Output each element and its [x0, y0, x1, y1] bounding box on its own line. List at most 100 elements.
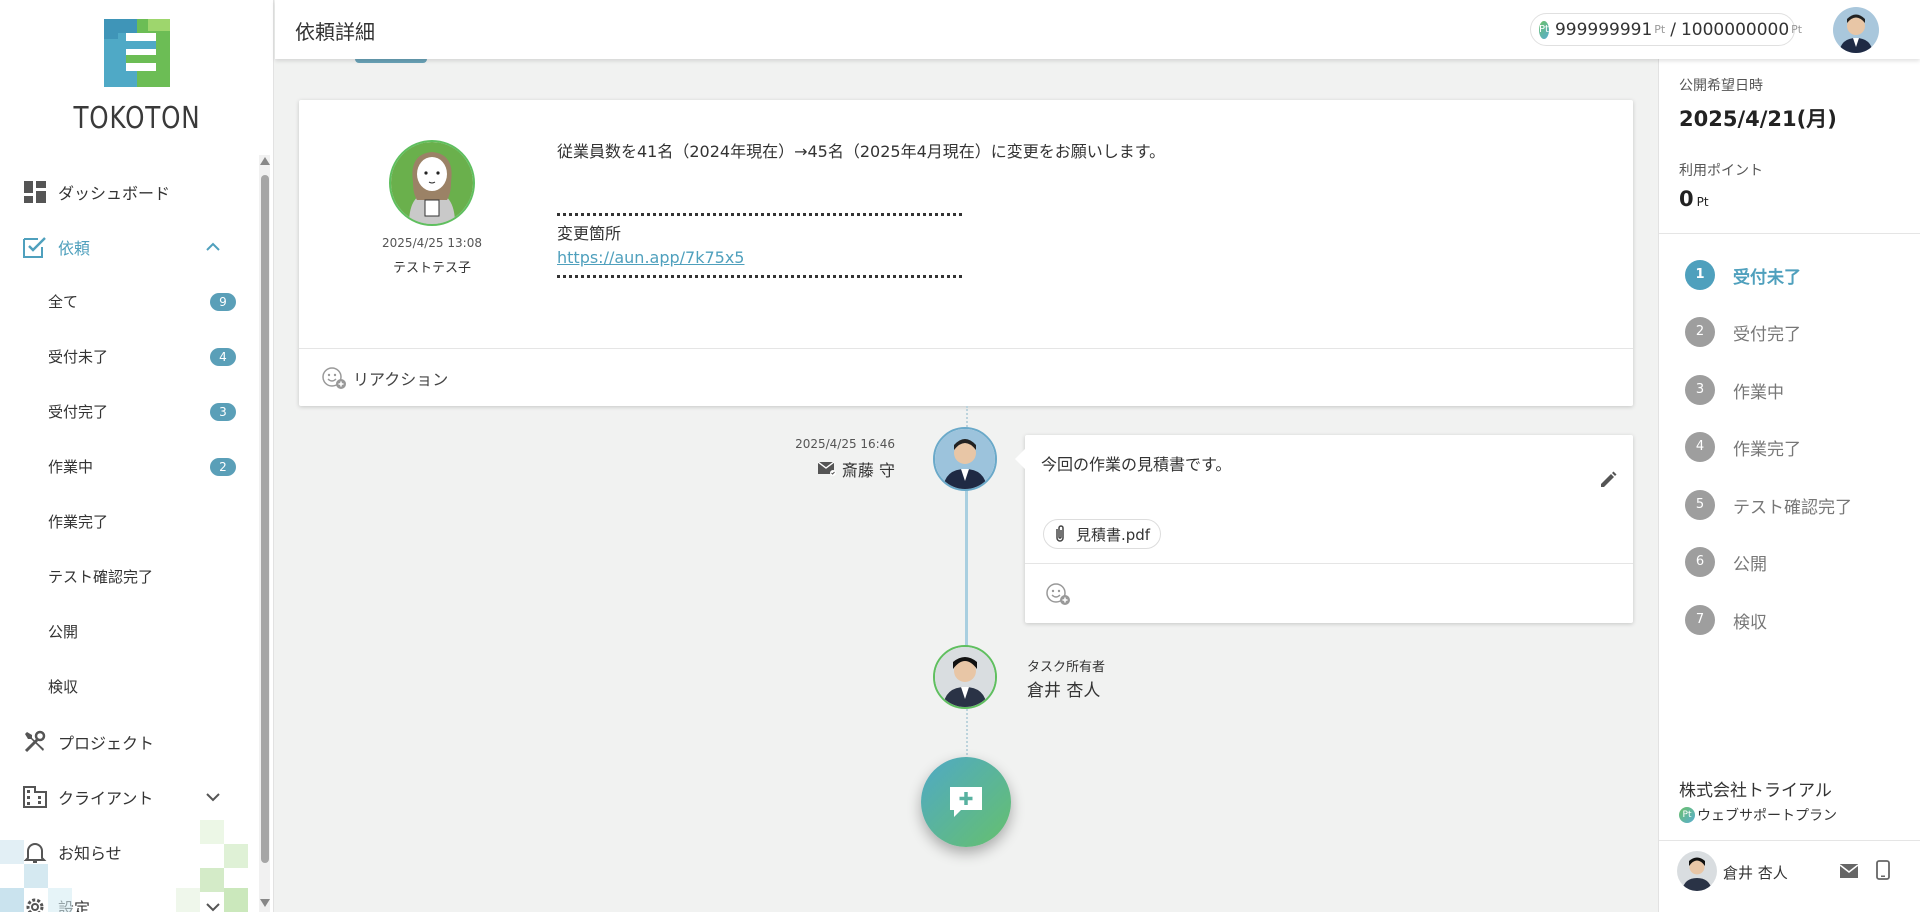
sidebar-item-label: クライアント — [58, 788, 154, 808]
points-total: 1000000000 — [1680, 19, 1790, 40]
scroll-down-icon[interactable] — [260, 899, 270, 907]
main-content: 2025/4/25 13:08 テストテス子 従業員数を41名（2024年現在）… — [275, 59, 1658, 912]
sidebar-subitem-work-done[interactable]: 作業完了 — [0, 494, 256, 549]
step-number: 2 — [1685, 317, 1715, 347]
top-header: 依頼詳細 Pt 999999991 Pt / 1000000000 Pt — [275, 0, 1920, 59]
step-label: 受付完了 — [1733, 324, 1801, 345]
used-points-value: 0 Pt — [1679, 187, 1709, 211]
status-panel: 公開希望日時 2025/4/21(月) 利用ポイント 0 Pt 1 受付未了 2 … — [1658, 59, 1920, 912]
change-link[interactable]: https://aun.app/7k75x5 — [557, 248, 744, 267]
sidebar-item-client[interactable]: クライアント — [0, 769, 256, 824]
step-label: 受付未了 — [1733, 267, 1801, 288]
attachment-name: 見積書.pdf — [1076, 525, 1151, 544]
step-1[interactable]: 1 受付未了 — [1685, 259, 1801, 291]
sidebar-item-request[interactable]: 依頼 — [0, 219, 256, 274]
sidebar-subitem-published[interactable]: 公開 — [0, 604, 256, 659]
message-author-name: 斎藤 守 — [841, 461, 895, 480]
step-7[interactable]: 7 検収 — [1685, 604, 1767, 636]
sidebar-subitem-label: テスト確認完了 — [48, 568, 154, 586]
change-label: 変更箇所 — [557, 224, 622, 243]
step-5[interactable]: 5 テスト確認完了 — [1685, 489, 1852, 521]
message-author: 斎藤 守 — [665, 457, 895, 481]
count-badge: 4 — [210, 348, 236, 366]
sidebar-nav: ダッシュボード 依頼 全て 9 受付未了 4 受付完了 3 作業中 2 作業完了 — [0, 164, 256, 912]
logo-mark-icon — [104, 19, 170, 87]
attachment-chip[interactable]: 見積書.pdf — [1043, 519, 1162, 549]
step-6[interactable]: 6 公開 — [1685, 546, 1767, 578]
sidebar-subitem-label: 検収 — [48, 678, 79, 696]
sidebar-subitem-inspection[interactable]: 検収 — [0, 659, 256, 714]
scroll-thumb[interactable] — [261, 175, 269, 863]
sidebar-scrollbar[interactable] — [259, 155, 270, 912]
divider — [1659, 233, 1920, 234]
step-number: 4 — [1685, 432, 1715, 462]
publish-date-value: 2025/4/21(月) — [1679, 107, 1837, 131]
owner-name: 倉井 杏人 — [1027, 681, 1101, 701]
sidebar-subitem-accepted[interactable]: 受付完了 3 — [0, 384, 256, 439]
sidebar-item-label: プロジェクト — [58, 733, 155, 753]
message-avatar — [933, 427, 997, 491]
step-4[interactable]: 4 作業完了 — [1685, 431, 1801, 463]
points-display: Pt 999999991 Pt / 1000000000 Pt — [1530, 13, 1802, 46]
request-card: 2025/4/25 13:08 テストテス子 従業員数を41名（2024年現在）… — [299, 100, 1633, 406]
sidebar-subitem-label: 受付完了 — [48, 403, 109, 421]
chevron-down-icon[interactable] — [204, 788, 222, 806]
phone-icon[interactable] — [1876, 860, 1890, 880]
building-icon — [22, 784, 48, 810]
message-reaction-bar — [1025, 563, 1633, 623]
sidebar-item-notice[interactable]: お知らせ — [0, 824, 256, 879]
sidebar-item-label: 設定 — [58, 898, 91, 912]
sidebar: TOKOTON ダッシュボード 依頼 全て 9 受付未了 4 受付完了 3 作業… — [0, 0, 274, 912]
step-label: テスト確認完了 — [1733, 497, 1852, 518]
points-separator: / — [1670, 19, 1676, 40]
user-avatar[interactable] — [1833, 7, 1879, 53]
tab-indicator — [355, 59, 427, 63]
message-text: 今回の作業の見積書です。 — [1041, 455, 1232, 474]
tools-icon — [22, 729, 48, 755]
owner-label: タスク所有者 — [1027, 660, 1106, 675]
sidebar-item-project[interactable]: プロジェクト — [0, 714, 256, 769]
scroll-up-icon[interactable] — [260, 157, 270, 165]
logo[interactable]: TOKOTON — [0, 0, 260, 150]
mail-icon[interactable] — [1839, 863, 1859, 879]
dashboard-icon — [22, 179, 48, 205]
edit-icon[interactable] — [1599, 471, 1617, 489]
sidebar-item-settings[interactable]: 設定 — [0, 879, 256, 912]
sidebar-subitem-label: 全て — [48, 293, 79, 311]
step-3[interactable]: 3 作業中 — [1685, 374, 1784, 406]
step-number: 1 — [1685, 260, 1715, 290]
step-number: 5 — [1685, 490, 1715, 520]
used-points-unit: Pt — [1696, 195, 1709, 209]
step-2[interactable]: 2 受付完了 — [1685, 316, 1801, 348]
sidebar-subitem-in-progress[interactable]: 作業中 2 — [0, 439, 256, 494]
count-badge: 9 — [210, 293, 236, 311]
points-unit: Pt — [1654, 23, 1666, 36]
publish-date-label: 公開希望日時 — [1679, 78, 1763, 94]
add-reaction-icon[interactable] — [319, 363, 349, 393]
mail-sent-icon — [817, 462, 836, 476]
step-label: 検収 — [1733, 612, 1767, 633]
reaction-bar: リアクション — [299, 348, 1633, 406]
points-unit: Pt — [1791, 23, 1803, 36]
sidebar-subitem-label: 作業中 — [48, 458, 94, 476]
chevron-down-icon[interactable] — [204, 898, 222, 912]
bell-icon — [22, 839, 48, 865]
sidebar-subitem-label: 作業完了 — [48, 513, 109, 531]
add-reaction-icon[interactable] — [1043, 579, 1073, 609]
reaction-label[interactable]: リアクション — [353, 366, 448, 390]
request-text: 従業員数を41名（2024年現在）→45名（2025年4月現在）に変更をお願いし… — [557, 142, 1166, 161]
request-author: テストテス子 — [392, 261, 471, 276]
sidebar-subitem-unaccepted[interactable]: 受付未了 4 — [0, 329, 256, 384]
sidebar-subitem-all[interactable]: 全て 9 — [0, 274, 256, 329]
gear-icon — [22, 894, 48, 912]
step-label: 公開 — [1733, 554, 1767, 575]
sidebar-item-label: 依頼 — [58, 238, 91, 258]
sidebar-item-dashboard[interactable]: ダッシュボード — [0, 164, 256, 219]
add-comment-button[interactable] — [921, 757, 1011, 847]
divider — [1659, 840, 1920, 841]
plan-label: ウェブサポートプラン — [1697, 808, 1837, 824]
sidebar-subitem-test-confirmed[interactable]: テスト確認完了 — [0, 549, 256, 604]
message-card: 今回の作業の見積書です。 見積書.pdf — [1015, 435, 1633, 623]
chevron-up-icon[interactable] — [204, 238, 222, 256]
logo-text: TOKOTON — [73, 101, 201, 136]
